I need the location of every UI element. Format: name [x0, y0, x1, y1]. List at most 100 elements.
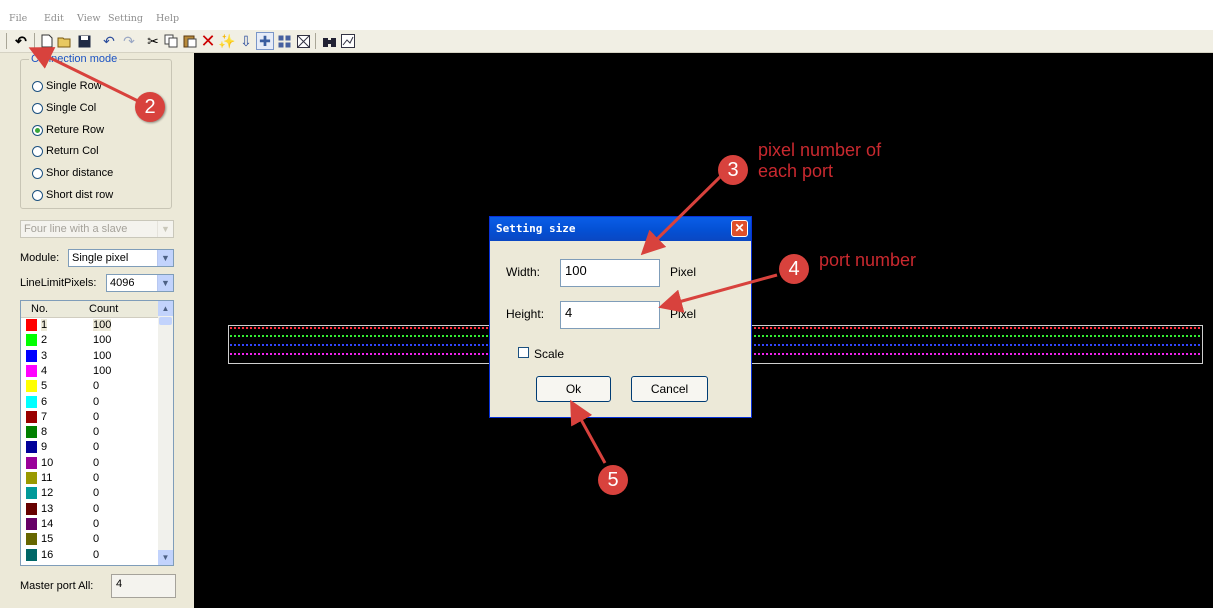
table-row[interactable]: 60	[25, 395, 155, 410]
radio-label: Short dist row	[46, 189, 114, 201]
radio-button[interactable]	[32, 80, 43, 92]
port-count[interactable]: 100	[93, 350, 111, 362]
scrollbar-thumb[interactable]	[159, 317, 172, 325]
port-table[interactable]: No. Count 1 100 2 100 3 100 4 100 5 0 6 0 7 0 8 0 9 0 10 0 1…	[20, 300, 174, 566]
height-input[interactable]: 4	[560, 301, 660, 329]
line-limit-select[interactable]: 4096 ▼	[106, 274, 174, 292]
port-number: 2	[41, 334, 48, 347]
cancel-button[interactable]: Cancel	[631, 376, 708, 402]
menu-setting[interactable]: Setting	[108, 13, 143, 24]
move-down-icon[interactable]: ⇩	[237, 32, 255, 50]
radio-button[interactable]	[32, 102, 43, 114]
port-count[interactable]: 0	[93, 503, 99, 515]
port-count[interactable]: 100	[93, 365, 111, 377]
close-icon[interactable]: ✕	[731, 220, 748, 237]
menu-file[interactable]: File	[9, 13, 27, 24]
scroll-down-icon[interactable]: ▼	[158, 550, 173, 565]
port-count[interactable]: 0	[93, 487, 99, 499]
cut-icon[interactable]: ✂	[144, 32, 162, 50]
column-header-count[interactable]: Count	[89, 303, 118, 315]
port-count[interactable]: 0	[93, 426, 99, 438]
frame-icon[interactable]	[294, 32, 312, 50]
radio-reture-row[interactable]: Reture Row	[32, 124, 104, 136]
master-port-field[interactable]: 4	[111, 574, 176, 598]
width-label: Width:	[506, 265, 541, 279]
undo-arrow-icon[interactable]: ↶	[12, 32, 30, 50]
port-color-swatch	[26, 487, 37, 500]
table-row[interactable]: 90	[25, 440, 155, 455]
binoculars-icon[interactable]	[320, 32, 338, 50]
port-number: 6	[41, 395, 48, 408]
table-row[interactable]: 2 100	[25, 333, 155, 348]
table-header: No. Count	[21, 301, 158, 318]
toolbar-separator	[34, 33, 35, 49]
table-row[interactable]: 10 0	[25, 456, 155, 471]
radio-shor-distance[interactable]: Shor distance	[32, 167, 113, 179]
table-row[interactable]: 50	[25, 379, 155, 394]
radio-button[interactable]	[32, 145, 43, 157]
table-row[interactable]: 15 0	[25, 532, 155, 547]
port-count[interactable]: 100	[93, 319, 112, 331]
module-select[interactable]: Single pixel ▼	[68, 249, 174, 267]
setting-size-dialog: Setting size ✕ Width: 100 Pixel Height: …	[489, 216, 752, 418]
paste-icon[interactable]	[181, 32, 199, 50]
table-row[interactable]: 4 100	[25, 364, 155, 379]
table-row[interactable]: 1 100	[25, 318, 155, 333]
undo-icon[interactable]: ↶	[100, 32, 118, 50]
chart-icon[interactable]	[339, 32, 357, 50]
open-folder-icon[interactable]	[56, 32, 74, 50]
width-input[interactable]: 100	[560, 259, 660, 287]
menu-edit[interactable]: Edit	[44, 13, 64, 24]
dialog-title-bar[interactable]: Setting size ✕	[490, 217, 751, 241]
table-row[interactable]: 13 0	[25, 502, 155, 517]
radio-label: Shor distance	[46, 167, 114, 179]
port-color-swatch	[26, 456, 37, 469]
table-row[interactable]: 16 0	[25, 548, 155, 563]
port-count[interactable]: 0	[93, 518, 99, 530]
table-row[interactable]: 70	[25, 410, 155, 425]
scroll-up-icon[interactable]: ▲	[158, 301, 173, 316]
slave-mode-select[interactable]: Four line with a slave ▼	[20, 220, 174, 238]
delete-icon[interactable]: ✕	[199, 32, 217, 50]
radio-button[interactable]	[32, 167, 43, 179]
copy-icon[interactable]	[162, 32, 180, 50]
scale-checkbox[interactable]	[518, 347, 529, 358]
table-row[interactable]: 14 0	[25, 517, 155, 532]
radio-label: Single Row	[46, 80, 102, 92]
chevron-down-icon[interactable]: ▼	[157, 221, 173, 237]
radio-return-col[interactable]: Return Col	[32, 145, 99, 157]
ok-button[interactable]: Ok	[536, 376, 611, 402]
radio-single-row[interactable]: Single Row	[32, 80, 102, 92]
radio-button[interactable]	[32, 189, 43, 201]
port-count[interactable]: 0	[93, 380, 99, 392]
port-count[interactable]: 0	[93, 457, 99, 469]
table-scrollbar[interactable]: ▲ ▼	[158, 301, 173, 565]
table-row[interactable]: 3 100	[25, 349, 155, 364]
radio-short-dist-row[interactable]: Short dist row	[32, 189, 113, 201]
port-count[interactable]: 100	[93, 334, 111, 346]
table-row[interactable]: 12 0	[25, 486, 155, 501]
table-row[interactable]: 80	[25, 425, 155, 440]
port-count[interactable]: 0	[93, 533, 99, 545]
grid-icon[interactable]	[275, 32, 293, 50]
chevron-down-icon[interactable]: ▼	[157, 275, 173, 291]
menu-help[interactable]: Help	[156, 13, 179, 24]
width-unit: Pixel	[670, 265, 697, 279]
port-count[interactable]: 0	[93, 549, 99, 561]
column-header-no[interactable]: No.	[31, 303, 48, 315]
port-count[interactable]: 0	[93, 441, 99, 453]
port-count[interactable]: 0	[93, 411, 99, 423]
port-number: 11	[41, 472, 53, 484]
port-count[interactable]: 0	[93, 472, 99, 484]
chevron-down-icon[interactable]: ▼	[157, 250, 173, 266]
wizard-icon[interactable]: ✨	[218, 32, 236, 50]
new-file-icon[interactable]	[38, 32, 56, 50]
save-icon[interactable]	[75, 32, 93, 50]
redo-icon[interactable]: ↷	[120, 32, 138, 50]
radio-single-col[interactable]: Single Col	[32, 102, 96, 114]
radio-button-selected[interactable]	[32, 124, 43, 136]
table-row[interactable]: 11 0	[25, 471, 155, 486]
port-count[interactable]: 0	[93, 396, 99, 408]
crosshair-icon[interactable]: ✚	[256, 32, 274, 50]
menu-view[interactable]: View	[77, 13, 101, 24]
